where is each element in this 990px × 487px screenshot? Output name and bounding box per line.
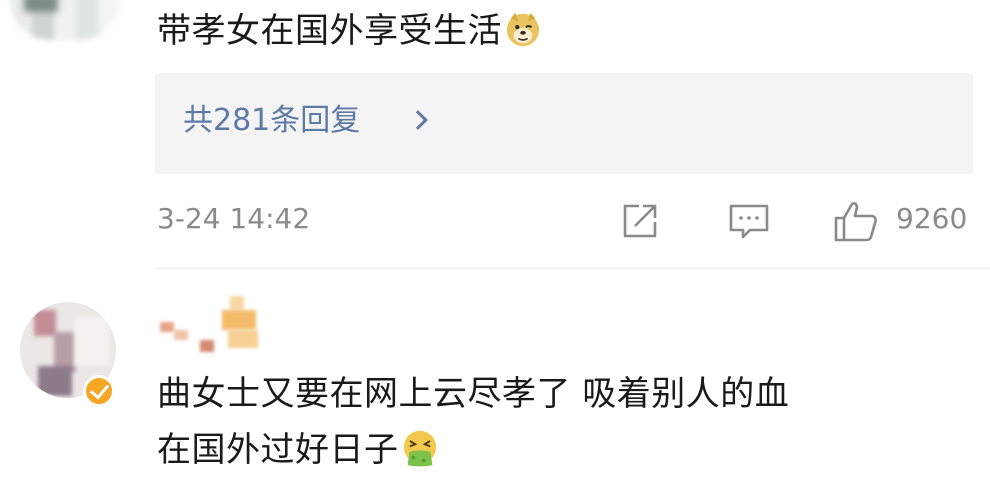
username[interactable] xyxy=(158,296,268,352)
share-icon[interactable] xyxy=(619,200,661,242)
vomiting-face-emoji-icon xyxy=(403,430,436,467)
thumbs-up-icon[interactable] xyxy=(834,200,880,244)
view-replies-link[interactable]: 共281条回复 xyxy=(183,99,360,143)
verified-badge-icon xyxy=(83,375,115,407)
comment-text: 曲女士又要在网上云尽孝了 吸着别人的血 在国外过好日子 xyxy=(157,374,790,470)
comment-icon[interactable] xyxy=(728,200,770,242)
comment-timestamp: 3-24 14:42 xyxy=(157,202,311,235)
like-count: 9260 xyxy=(896,202,968,235)
comment-text: 带孝女在国外享受生活 xyxy=(157,3,542,59)
chevron-right-icon xyxy=(408,110,428,130)
reply-summary-box[interactable]: 共281条回复 xyxy=(155,73,973,174)
avatar[interactable] xyxy=(10,0,120,40)
doge-emoji-icon xyxy=(506,12,540,47)
divider xyxy=(155,268,990,269)
